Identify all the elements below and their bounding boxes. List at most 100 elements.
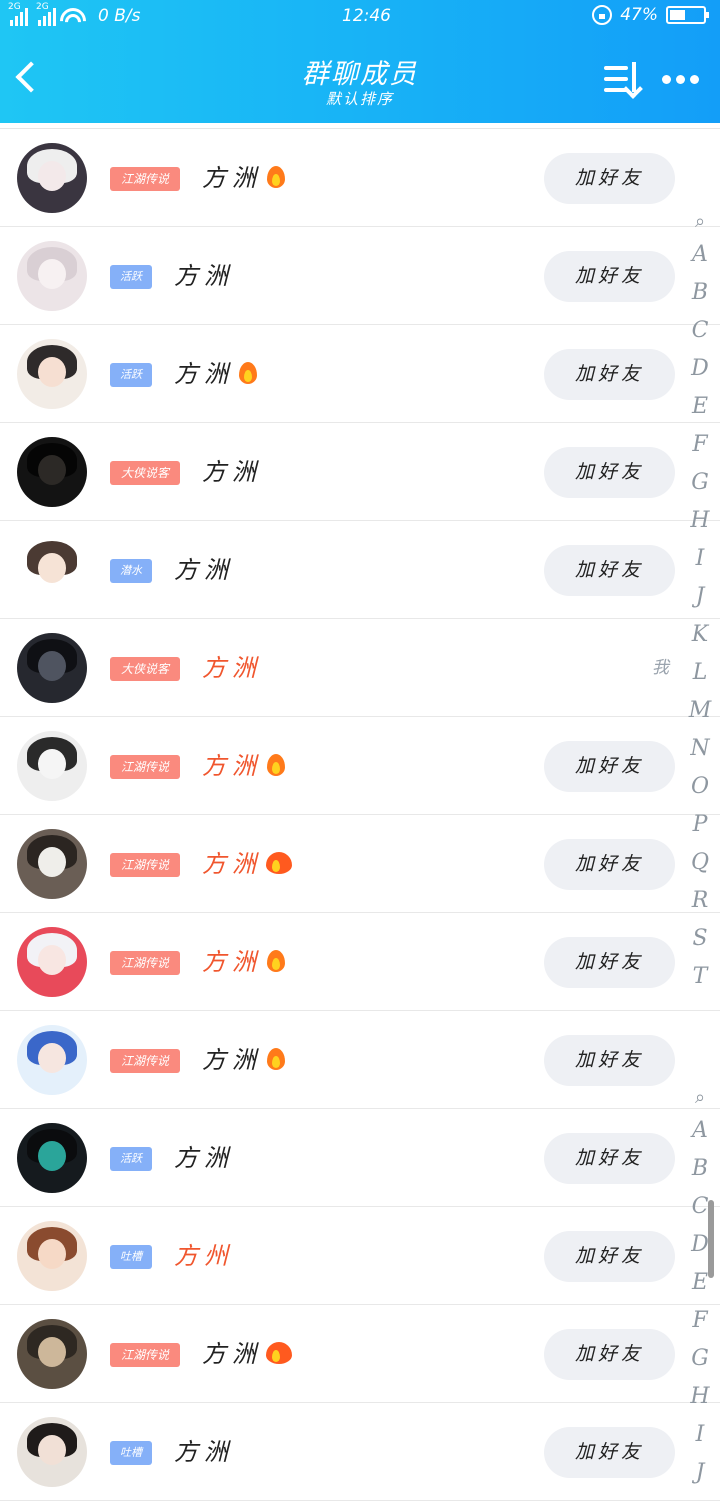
signal-icon: 2G: [36, 2, 56, 26]
member-row[interactable]: 吐槽 方州 加好友: [0, 1207, 720, 1305]
avatar[interactable]: [17, 927, 87, 997]
member-title-badge: 江湖传说: [110, 951, 180, 975]
member-title-badge: 吐槽: [110, 1245, 152, 1269]
index-letter[interactable]: E: [686, 388, 714, 426]
add-friend-button[interactable]: 加好友: [544, 1427, 675, 1478]
add-friend-button[interactable]: 加好友: [544, 1133, 675, 1184]
index-letter[interactable]: B: [686, 1150, 714, 1188]
scrollbar[interactable]: [708, 1200, 714, 1278]
index-letter[interactable]: B: [686, 274, 714, 312]
sort-icon[interactable]: [602, 62, 644, 98]
member-row[interactable]: 大侠说客 方洲 加好友: [0, 423, 720, 521]
member-row[interactable]: 活跃 方洲 加好友: [0, 227, 720, 325]
avatar[interactable]: [17, 1319, 87, 1389]
member-row[interactable]: 活跃 方洲 加好友: [0, 1109, 720, 1207]
alphabet-index-upper[interactable]: ⌕ A B C D E F G H I J K L M N O P Q R S T: [686, 208, 714, 1014]
member-title-badge: 活跃: [110, 1147, 152, 1171]
member-row[interactable]: 江湖传说 方洲 加好友: [0, 1011, 720, 1109]
index-letter[interactable]: J: [686, 578, 714, 616]
index-letter[interactable]: N: [686, 730, 714, 768]
flame-icon: [236, 358, 260, 388]
flame-icon: [264, 946, 288, 976]
index-letter[interactable]: D: [686, 350, 714, 388]
member-row[interactable]: 江湖传说 方洲 加好友: [0, 815, 720, 913]
index-letter[interactable]: R: [686, 882, 714, 920]
add-friend-button[interactable]: 加好友: [544, 937, 675, 988]
index-letter[interactable]: M: [686, 692, 714, 730]
add-friend-button[interactable]: 加好友: [544, 447, 675, 498]
index-letter[interactable]: A: [686, 236, 714, 274]
avatar[interactable]: [17, 731, 87, 801]
index-letter[interactable]: C: [686, 312, 714, 350]
avatar[interactable]: [17, 829, 87, 899]
status-right: 47%: [592, 5, 709, 25]
index-letter[interactable]: P: [686, 806, 714, 844]
member-row[interactable]: 大侠说客 方洲 我: [0, 619, 720, 717]
member-name: 方洲: [174, 1144, 234, 1172]
member-list: 江湖传说 方洲 加好友 活跃 方洲 加好友 活跃 方洲 加好友 大侠说客 方洲 加好友 潜水 方洲 加好友大…: [0, 129, 720, 1501]
index-letter[interactable]: F: [686, 1302, 714, 1340]
index-letter[interactable]: H: [686, 502, 714, 540]
member-name: 方洲: [202, 1046, 262, 1074]
member-row[interactable]: 江湖传说 方洲 加好友: [0, 129, 720, 227]
index-letter[interactable]: L: [686, 654, 714, 692]
index-letter[interactable]: S: [686, 920, 714, 958]
member-title-badge: 潜水: [110, 559, 152, 583]
index-letter[interactable]: Q: [686, 844, 714, 882]
add-friend-button[interactable]: 加好友: [544, 839, 675, 890]
index-letter[interactable]: O: [686, 768, 714, 806]
index-letter[interactable]: T: [686, 958, 714, 996]
battery-percent: 47%: [620, 5, 658, 25]
member-title-badge: 江湖传说: [110, 167, 180, 191]
add-friend-button[interactable]: 加好友: [544, 741, 675, 792]
flame-icon: [264, 750, 288, 780]
avatar[interactable]: [17, 535, 87, 605]
index-letter[interactable]: I: [686, 1416, 714, 1454]
member-name: 方洲: [202, 164, 262, 192]
member-title-badge: 江湖传说: [110, 1343, 180, 1367]
avatar[interactable]: [17, 1025, 87, 1095]
index-search-icon[interactable]: ⌕: [686, 208, 714, 236]
avatar[interactable]: [17, 633, 87, 703]
avatar[interactable]: [17, 1221, 87, 1291]
app-header: 2G 2G 0 B/s 12:46 47% 群聊成员 默认排序: [0, 0, 720, 123]
index-letter[interactable]: G: [686, 1340, 714, 1378]
index-letter[interactable]: I: [686, 540, 714, 578]
flame-icon: [264, 1338, 294, 1368]
status-bar: 2G 2G 0 B/s 12:46 47%: [0, 0, 720, 36]
add-friend-button[interactable]: 加好友: [544, 153, 675, 204]
member-row[interactable]: 江湖传说 方洲 加好友: [0, 717, 720, 815]
index-letter[interactable]: A: [686, 1112, 714, 1150]
member-row[interactable]: 江湖传说 方洲 加好友: [0, 1305, 720, 1403]
alphabet-index-lower[interactable]: ⌕ A B C D E F G H I J: [686, 1084, 714, 1496]
add-friend-button[interactable]: 加好友: [544, 251, 675, 302]
add-friend-button[interactable]: 加好友: [544, 545, 675, 596]
avatar[interactable]: [17, 1417, 87, 1487]
clock: 12:46: [342, 6, 391, 26]
add-friend-button[interactable]: 加好友: [544, 349, 675, 400]
index-letter[interactable]: G: [686, 464, 714, 502]
index-letter[interactable]: J: [686, 1454, 714, 1492]
more-icon[interactable]: [662, 70, 704, 88]
battery-icon: [666, 6, 709, 24]
add-friend-button[interactable]: 加好友: [544, 1035, 675, 1086]
avatar[interactable]: [17, 437, 87, 507]
avatar[interactable]: [17, 241, 87, 311]
avatar[interactable]: [17, 143, 87, 213]
add-friend-button[interactable]: 加好友: [544, 1231, 675, 1282]
member-name: 方洲: [202, 850, 262, 878]
index-letter[interactable]: H: [686, 1378, 714, 1416]
member-name: 方洲: [174, 360, 234, 388]
member-row[interactable]: 吐槽 方洲 加好友: [0, 1403, 720, 1501]
avatar[interactable]: [17, 339, 87, 409]
member-row[interactable]: 江湖传说 方洲 加好友: [0, 913, 720, 1011]
member-row[interactable]: 潜水 方洲 加好友: [0, 521, 720, 619]
index-letter[interactable]: F: [686, 426, 714, 464]
add-friend-button[interactable]: 加好友: [544, 1329, 675, 1380]
index-search-icon[interactable]: ⌕: [686, 1084, 714, 1112]
member-name: 方洲: [202, 1340, 262, 1368]
index-letter[interactable]: K: [686, 616, 714, 654]
sim1-label: 2G: [8, 2, 21, 12]
member-row[interactable]: 活跃 方洲 加好友: [0, 325, 720, 423]
avatar[interactable]: [17, 1123, 87, 1193]
